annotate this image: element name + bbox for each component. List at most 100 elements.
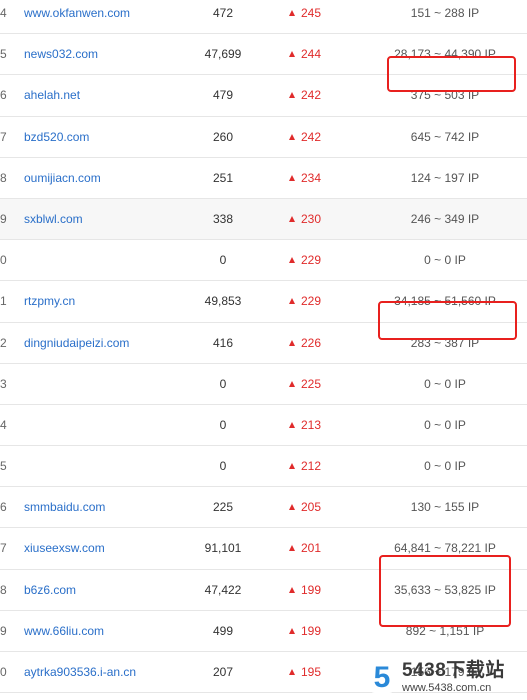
domain-link[interactable]: xiuseexsw.com <box>24 528 105 568</box>
row-count: 47,422 <box>204 582 242 597</box>
row-rank: 2 <box>0 335 7 350</box>
up-triangle-icon <box>289 627 295 634</box>
row-change-value: 213 <box>301 417 322 432</box>
row-change-value: 229 <box>301 253 322 268</box>
row-change-value: 205 <box>301 500 322 515</box>
up-triangle-icon <box>289 257 295 264</box>
row-rank: 5 <box>0 459 7 474</box>
row-change: 242 <box>289 75 321 115</box>
row-rank: 6 <box>0 500 7 515</box>
row-ip-range: 0 ~ 0 IP <box>424 376 466 391</box>
watermark-title: 5438下载站 <box>402 659 505 681</box>
domain-link[interactable]: news032.com <box>24 34 98 74</box>
row-count: 479 <box>212 88 234 103</box>
table-row: 6 smmbaidu.com 225 205 130 ~ 155 IP <box>0 487 527 529</box>
row-rank: 4 <box>0 417 7 432</box>
table-row: 2 dingniudaipeizi.com 416 226 283 ~ 387 IP <box>0 323 527 364</box>
row-change: 212 <box>289 446 321 486</box>
row-change-value: 242 <box>301 129 322 144</box>
table-row: 9 www.66liu.com 499 199 892 ~ 1,151 IP <box>0 611 527 652</box>
row-change: 244 <box>289 34 321 74</box>
up-triangle-icon <box>289 215 295 222</box>
row-count: 0 <box>219 459 227 474</box>
domain-link[interactable]: smmbaidu.com <box>24 487 105 527</box>
ranking-table: 4 www.okfanwen.com 472 2 4 5 151 ~ 288 IP 5 news… <box>0 0 527 694</box>
domain-link[interactable]: aytrka903536.i-an.cn <box>24 652 136 692</box>
row-change: 225 <box>289 364 321 404</box>
row-rank: 4 <box>0 6 7 20</box>
up-triangle-icon <box>289 174 295 181</box>
row-count: 0 <box>219 417 227 432</box>
row-rank: 6 <box>0 88 7 103</box>
row-rank: 0 <box>0 665 7 679</box>
row-change-value: 234 <box>301 170 322 185</box>
row-change-value: 212 <box>301 459 322 474</box>
domain-link[interactable]: www.okfanwen.com <box>24 0 130 33</box>
row-ip-range: 0 ~ 0 IP <box>424 417 466 432</box>
table-row: 0 0 229 0 ~ 0 IP <box>0 240 527 282</box>
row-count: 251 <box>212 170 234 185</box>
row-rank: 5 <box>0 47 7 62</box>
row-ip-range: 151 ~ 288 IP <box>410 6 480 20</box>
row-count: 0 <box>219 253 227 268</box>
up-triangle-icon <box>289 463 295 470</box>
row-ip-range: 246 ~ 349 IP <box>410 211 480 226</box>
row-count: 47,699 <box>204 47 242 62</box>
row-ip-range: 892 ~ 1,151 IP <box>405 623 485 638</box>
row-ip-range: 375 ~ 503 IP <box>410 88 480 103</box>
row-count: 225 <box>212 500 234 515</box>
row-rank: 3 <box>0 376 7 391</box>
domain-link[interactable]: bzd520.com <box>24 117 89 157</box>
row-change: 229 <box>289 281 321 321</box>
row-change: 242 <box>289 117 321 157</box>
domain-link[interactable]: www.66liu.com <box>24 611 104 651</box>
up-triangle-icon <box>289 339 295 346</box>
row-change-value: 244 <box>301 47 322 62</box>
row-change-value: 225 <box>301 376 322 391</box>
domain-link[interactable]: b6z6.com <box>24 570 76 610</box>
domain-link[interactable]: rtzpmy.cn <box>24 281 75 321</box>
row-count: 0 <box>219 376 227 391</box>
row-change: 226 <box>289 323 321 363</box>
up-triangle-icon <box>289 504 295 511</box>
row-change: 199 <box>289 611 321 651</box>
watermark-logo-icon: 5 <box>369 661 395 694</box>
up-triangle-icon <box>289 586 295 593</box>
row-ip-range: 283 ~ 387 IP <box>410 335 480 350</box>
row-count: 472 <box>212 6 234 20</box>
row-change: 195 <box>289 652 321 692</box>
up-triangle-icon <box>289 380 295 387</box>
table-row: 6 ahelah.net 479 242 375 ~ 503 IP <box>0 75 527 117</box>
row-change: 230 <box>289 199 321 239</box>
row-ip-range: 645 ~ 742 IP <box>410 129 480 144</box>
row-ip-range: 0 ~ 0 IP <box>424 459 466 474</box>
row-change: 213 <box>289 405 321 445</box>
row-change: 234 <box>289 158 321 198</box>
row-count: 338 <box>212 211 234 226</box>
row-ip-range: 64,841 ~ 78,221 IP <box>394 541 496 556</box>
watermark-logo-char: 5 <box>374 661 391 694</box>
row-rank: 0 <box>0 253 7 268</box>
row-count: 260 <box>212 129 234 144</box>
row-rank: 7 <box>0 129 7 144</box>
table-row: 8 oumijiacn.com 251 234 124 ~ 197 IP <box>0 158 527 199</box>
row-rank: 1 <box>0 294 7 309</box>
row-count: 416 <box>212 335 234 350</box>
domain-link[interactable]: dingniudaipeizi.com <box>24 323 129 363</box>
row-rank: 9 <box>0 211 7 226</box>
row-change-value: 230 <box>301 211 322 226</box>
row-change-value: 201 <box>301 541 322 556</box>
up-triangle-icon <box>289 51 295 58</box>
domain-link[interactable]: oumijiacn.com <box>24 158 101 198</box>
up-triangle-icon <box>289 421 295 428</box>
row-change-value: 195 <box>301 665 322 679</box>
domain-link[interactable]: ahelah.net <box>24 75 80 115</box>
up-triangle-icon <box>289 298 295 305</box>
watermark-text: 5438下载站 www.5438.com.cn <box>402 660 505 695</box>
row-change: 201 <box>289 528 321 568</box>
row-change: 205 <box>289 487 321 527</box>
domain-link[interactable]: sxblwl.com <box>24 199 83 239</box>
row-rank: 7 <box>0 541 7 556</box>
row-count: 91,101 <box>204 541 242 556</box>
row-count: 49,853 <box>204 294 242 309</box>
